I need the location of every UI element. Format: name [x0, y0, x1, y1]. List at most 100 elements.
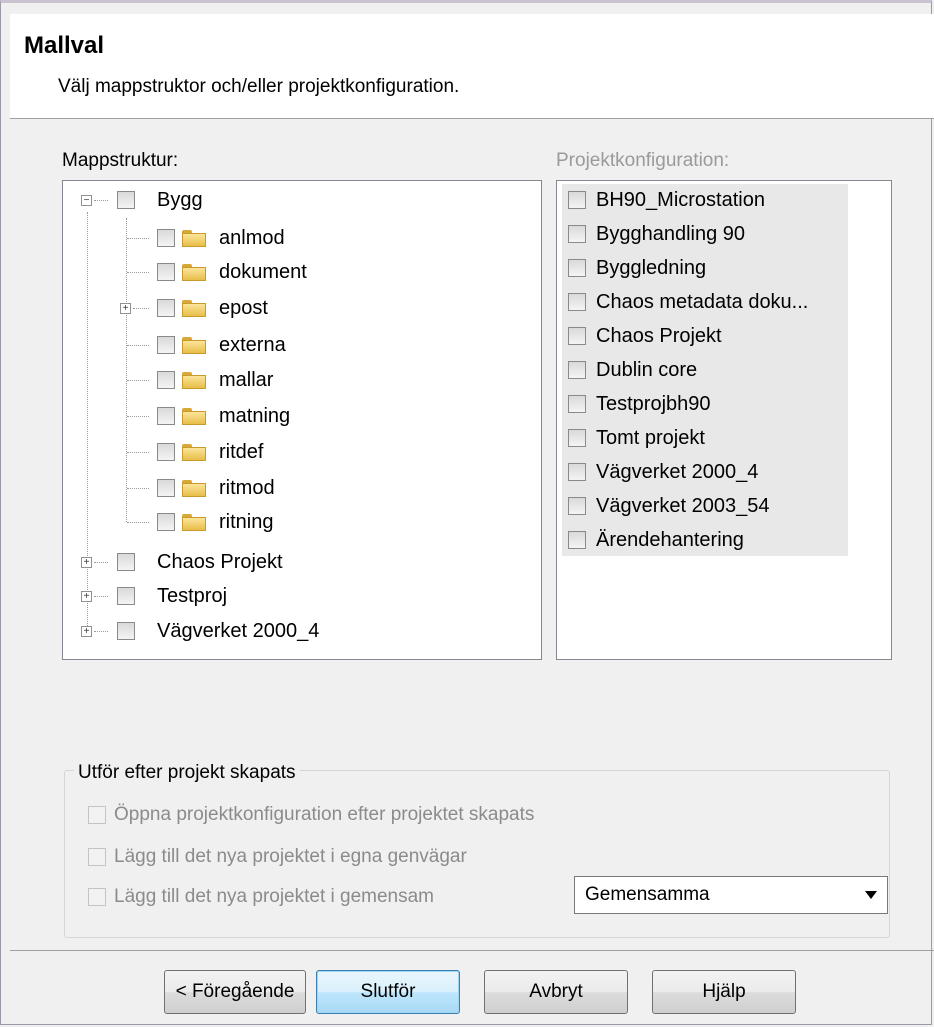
add-own-shortcuts-option[interactable]: Lägg till det nya projektet i egna genvä…: [88, 846, 467, 868]
shared-shortcuts-dropdown[interactable]: Gemensamma: [574, 876, 888, 914]
folder-icon: [182, 336, 206, 354]
list-checkbox[interactable]: [568, 497, 586, 515]
expand-toggle[interactable]: +: [81, 591, 92, 602]
back-button[interactable]: < Föregående: [164, 970, 306, 1014]
folder-icon: [182, 371, 206, 389]
list-item[interactable]: Vägverket 2003_54: [568, 489, 769, 523]
add-own-shortcuts-checkbox[interactable]: [88, 848, 106, 866]
tree-connector: [127, 452, 149, 453]
list-item[interactable]: Chaos Projekt: [568, 319, 722, 353]
tree-checkbox[interactable]: [157, 407, 175, 425]
tree-checkbox[interactable]: [117, 553, 135, 571]
list-checkbox[interactable]: [568, 225, 586, 243]
tree-node-externa[interactable]: externa: [157, 328, 286, 362]
tree-checkbox[interactable]: [157, 336, 175, 354]
add-shared-shortcuts-option[interactable]: Lägg till det nya projektet i gemensam: [88, 886, 434, 908]
add-shared-shortcuts-checkbox[interactable]: [88, 888, 106, 906]
expand-toggle[interactable]: +: [81, 626, 92, 637]
list-checkbox[interactable]: [568, 463, 586, 481]
tree-checkbox[interactable]: [117, 622, 135, 640]
add-shared-shortcuts-label: Lägg till det nya projektet i gemensam: [114, 886, 435, 907]
collapse-toggle[interactable]: −: [81, 195, 92, 206]
tree-connector: [127, 380, 149, 381]
tree-checkbox[interactable]: [157, 479, 175, 497]
list-item[interactable]: Tomt projekt: [568, 421, 705, 455]
list-checkbox[interactable]: [568, 395, 586, 413]
tree-node-epost[interactable]: epost: [157, 291, 268, 325]
finish-button[interactable]: Slutför: [316, 970, 460, 1014]
mappstruktur-label: Mappstruktur:: [62, 150, 179, 171]
tree-connector: [127, 488, 149, 489]
open-config-option[interactable]: Öppna projektkonfiguration efter projekt…: [88, 804, 534, 826]
tree-node-ritning[interactable]: ritning: [157, 505, 273, 539]
tree-node-label: matning: [219, 404, 291, 427]
list-item[interactable]: BH90_Microstation: [568, 183, 765, 217]
folder-icon: [182, 513, 206, 531]
list-item-label: Dublin core: [596, 358, 698, 381]
tree-connector: [127, 416, 149, 417]
tree-node-anlmod[interactable]: anlmod: [157, 221, 285, 255]
tree-node-ritmod[interactable]: ritmod: [157, 471, 275, 505]
tree-checkbox[interactable]: [157, 263, 175, 281]
tree-checkbox[interactable]: [117, 587, 135, 605]
tree-node-chaos-projekt[interactable]: Chaos Projekt: [117, 545, 283, 579]
tree-checkbox[interactable]: [157, 229, 175, 247]
open-config-label: Öppna projektkonfiguration efter projekt…: [114, 804, 535, 825]
list-checkbox[interactable]: [568, 429, 586, 447]
tree-connector: [94, 562, 108, 563]
list-item-label: Vägverket 2000_4: [596, 460, 759, 483]
list-item[interactable]: Dublin core: [568, 353, 697, 387]
list-item-label: Tomt projekt: [596, 426, 705, 449]
folder-icon: [182, 407, 206, 425]
list-item[interactable]: Bygghandling 90: [568, 217, 745, 251]
tree-checkbox[interactable]: [157, 513, 175, 531]
list-checkbox[interactable]: [568, 293, 586, 311]
cancel-button[interactable]: Avbryt: [484, 970, 628, 1014]
tree-checkbox[interactable]: [157, 299, 175, 317]
tree-checkbox[interactable]: [157, 371, 175, 389]
tree-node-vagverket-2000-4[interactable]: Vägverket 2000_4: [117, 614, 319, 648]
list-checkbox[interactable]: [568, 531, 586, 549]
chevron-down-icon: [865, 891, 877, 899]
folder-icon: [182, 299, 206, 317]
list-item[interactable]: Byggledning: [568, 251, 706, 285]
tree-node-testproj[interactable]: Testproj: [117, 579, 227, 613]
tree-connector: [127, 522, 149, 523]
tree-node-label: dokument: [219, 260, 307, 283]
projektkonfiguration-label: Projektkonfiguration:: [556, 150, 730, 171]
tree-node-matning[interactable]: matning: [157, 399, 290, 433]
tree-node-ritdef[interactable]: ritdef: [157, 435, 263, 469]
list-item[interactable]: Vägverket 2000_4: [568, 455, 758, 489]
tree-checkbox[interactable]: [157, 443, 175, 461]
tree-node-label: Vägverket 2000_4: [157, 619, 320, 642]
expand-toggle[interactable]: +: [120, 303, 131, 314]
list-item-label: Ärendehantering: [596, 528, 744, 551]
tree-node-label: externa: [219, 333, 286, 356]
folder-icon: [182, 229, 206, 247]
list-item[interactable]: Chaos metadata doku...: [568, 285, 808, 319]
list-checkbox[interactable]: [568, 191, 586, 209]
tree-connector: [127, 238, 149, 239]
tree-node-bygg[interactable]: Bygg: [117, 183, 203, 217]
open-config-checkbox[interactable]: [88, 806, 106, 824]
tree-node-mallar[interactable]: mallar: [157, 363, 273, 397]
tree-connector: [133, 308, 149, 309]
expand-toggle[interactable]: +: [81, 557, 92, 568]
add-own-shortcuts-label: Lägg till det nya projektet i egna genvä…: [114, 846, 467, 867]
post-create-legend: Utför efter projekt skapats: [74, 762, 300, 784]
list-item-label: Bygghandling 90: [596, 222, 746, 245]
tree-node-dokument[interactable]: dokument: [157, 255, 307, 289]
folder-icon: [182, 479, 206, 497]
list-item-label: BH90_Microstation: [596, 188, 765, 211]
list-item[interactable]: Ärendehantering: [568, 523, 744, 557]
list-item[interactable]: Testprojbh90: [568, 387, 711, 421]
list-checkbox[interactable]: [568, 259, 586, 277]
list-checkbox[interactable]: [568, 327, 586, 345]
list-checkbox[interactable]: [568, 361, 586, 379]
tree-connector: [94, 200, 108, 201]
tree-checkbox[interactable]: [117, 191, 135, 209]
tree-node-label: ritdef: [219, 440, 264, 463]
help-button[interactable]: Hjälp: [652, 970, 796, 1014]
list-item-label: Chaos Projekt: [596, 324, 722, 347]
tree-connector: [94, 631, 108, 632]
